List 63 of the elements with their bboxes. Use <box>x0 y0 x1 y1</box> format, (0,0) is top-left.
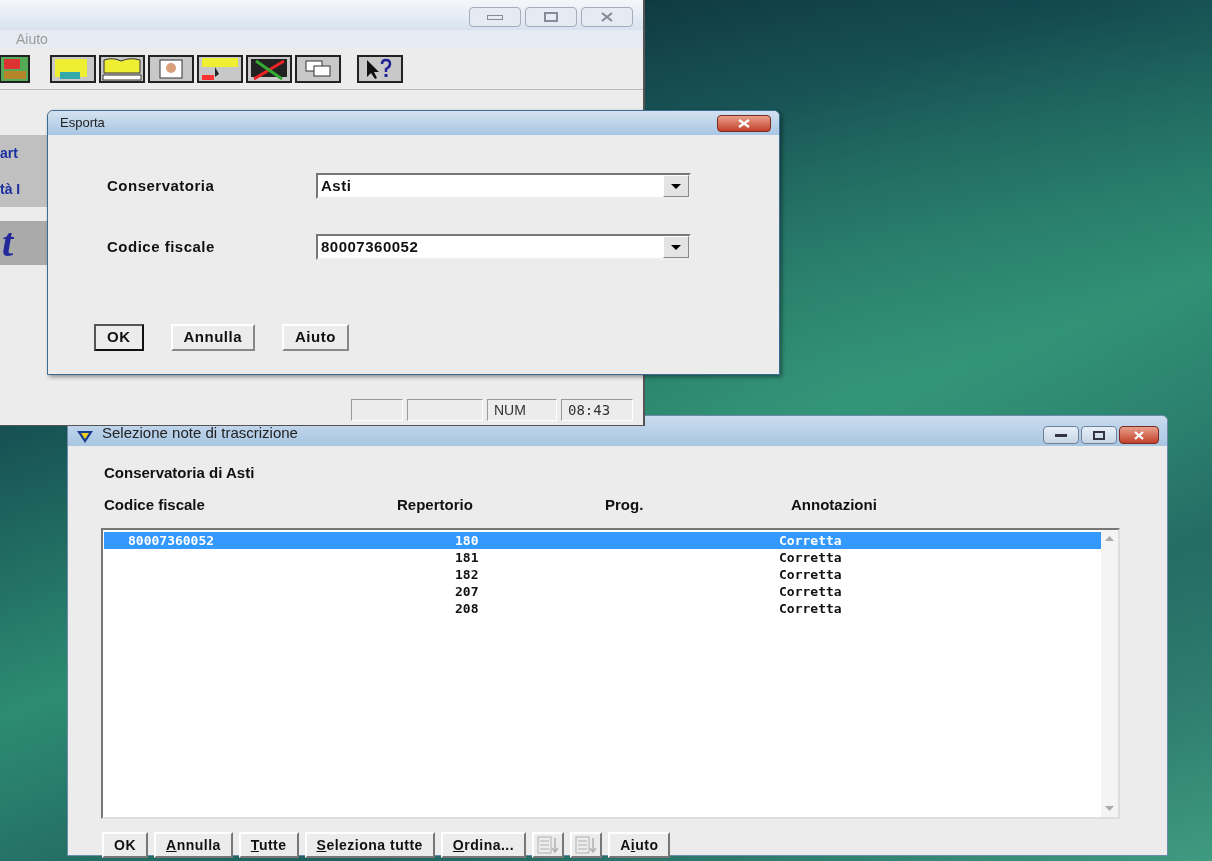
column-header: Codice fiscale <box>104 495 206 515</box>
close-icon <box>1133 430 1145 440</box>
window-title: Selezione note di trascrizione <box>102 422 299 443</box>
table-cell-text: Corretta <box>779 565 842 584</box>
conservatoria-label: Conservatoria di Asti <box>104 463 256 483</box>
close-button[interactable] <box>717 114 771 132</box>
maximize-button[interactable] <box>1081 426 1117 444</box>
minimize-button[interactable] <box>1043 426 1079 444</box>
tools-icon[interactable] <box>246 54 292 83</box>
dialog-button[interactable]: Ordina... <box>440 832 527 858</box>
dialog-button[interactable]: Tutte <box>238 832 299 858</box>
table-cell-text: Corretta <box>779 548 842 567</box>
help-pointer-icon[interactable] <box>357 54 403 83</box>
dialog-title: Esporta <box>60 114 105 133</box>
sort-arrow-icon <box>575 836 598 854</box>
table-cell-text: Corretta <box>779 599 842 618</box>
status-panel <box>351 399 403 421</box>
sort-arrow-icon <box>537 836 560 854</box>
table-cell-text: 180 <box>455 531 480 550</box>
list-row[interactable]: 182 Corretta <box>104 566 1101 583</box>
close-button[interactable] <box>1119 426 1159 444</box>
column-header: Repertorio <box>397 495 474 515</box>
banner-text: t <box>2 221 14 265</box>
dialog-button[interactable]: OK <box>94 324 144 351</box>
dialog-button[interactable]: Annulla <box>154 832 233 858</box>
list-row[interactable]: 181 Corretta <box>104 549 1101 566</box>
close-icon <box>737 118 751 128</box>
column-header: Prog. <box>605 495 645 515</box>
dialog-button[interactable]: Annulla <box>170 324 255 351</box>
list-row[interactable]: 207 Corretta <box>104 583 1101 600</box>
combo-box[interactable]: 80007360052 <box>316 234 691 260</box>
dialog-button[interactable]: Aiuto <box>608 832 671 858</box>
list-row[interactable]: 208 Corretta <box>104 600 1101 617</box>
dialog-button[interactable]: OK <box>102 832 148 858</box>
field-label: Codice fiscale <box>107 236 216 257</box>
field-label: Conservatoria <box>107 175 216 196</box>
windows-icon[interactable] <box>295 54 341 83</box>
maximize-icon <box>544 12 558 22</box>
app-icon <box>76 430 94 444</box>
close-icon <box>600 12 614 22</box>
portrait-icon[interactable] <box>148 54 194 83</box>
table-cell-text: 181 <box>455 548 480 567</box>
panel-text: art <box>0 143 18 163</box>
dialog-button[interactable]: Seleziona tutte <box>304 832 435 858</box>
maximize-icon <box>1093 430 1105 440</box>
status-panel: 08:43 <box>561 399 633 421</box>
table-cell-text: 207 <box>455 582 480 601</box>
status-panel: NUM <box>487 399 557 421</box>
panel-text: tà I <box>0 179 21 199</box>
table-cell-text: 182 <box>455 565 480 584</box>
minimize-icon <box>487 14 503 20</box>
dialog-button[interactable]: Aiuto <box>282 324 349 351</box>
toolbar-icon[interactable] <box>0 54 30 83</box>
book-icon[interactable] <box>99 54 145 83</box>
combo-box[interactable]: Asti <box>316 173 691 199</box>
toolbar-icon[interactable] <box>197 54 243 83</box>
table-cell-text: Corretta <box>779 531 842 550</box>
table-cell-text: 80007360052 <box>127 531 216 550</box>
toolbar-icon[interactable] <box>50 54 96 83</box>
table-cell-text: Corretta <box>779 582 842 601</box>
column-header: Annotazioni <box>791 495 878 515</box>
table-cell-text: 208 <box>455 599 480 618</box>
minimize-icon <box>1055 433 1067 437</box>
